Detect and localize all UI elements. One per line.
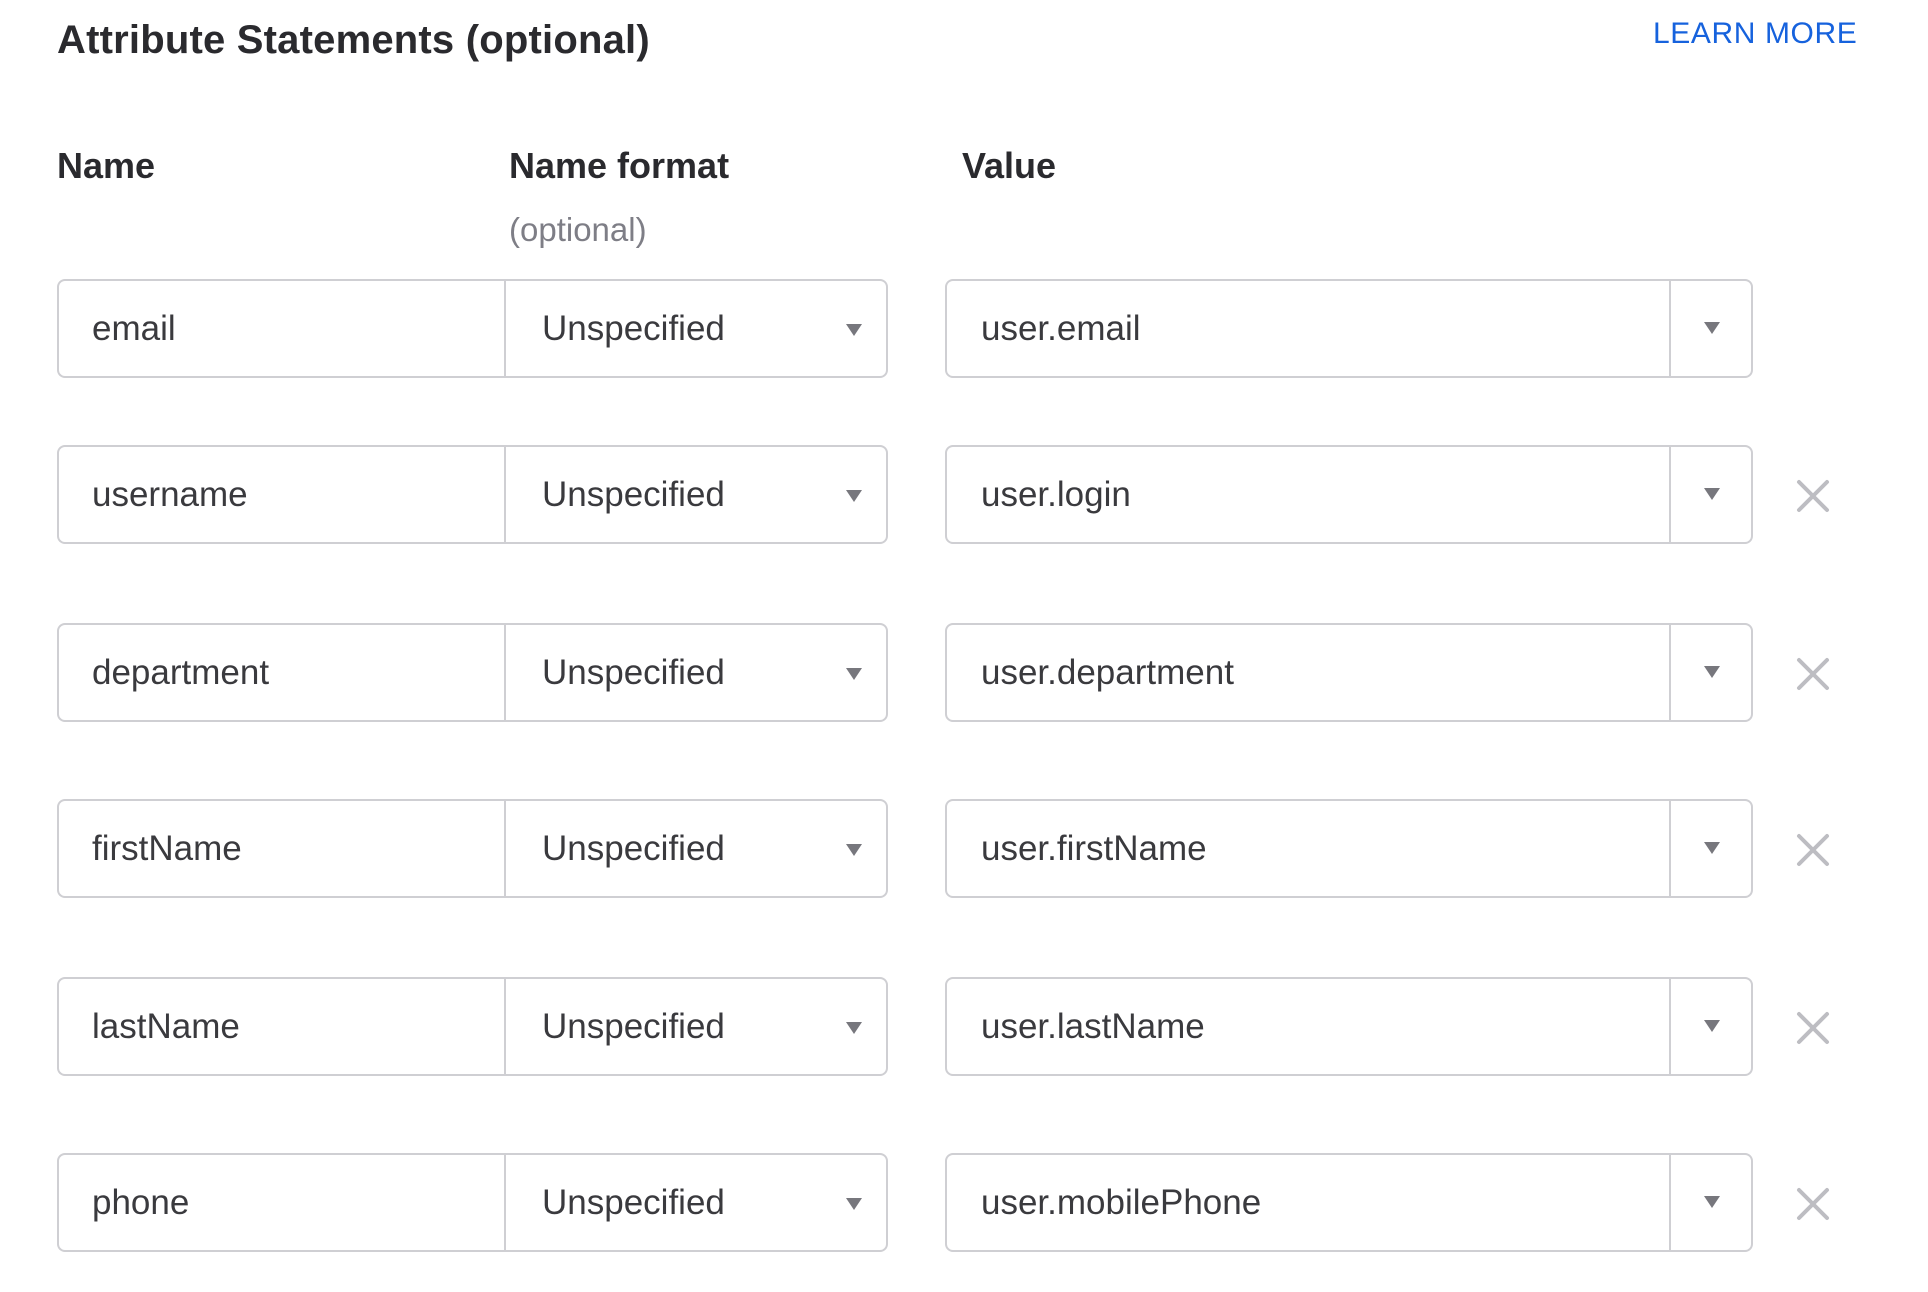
attribute-value-combobox[interactable]: user.mobilePhone (945, 1153, 1753, 1252)
name-format-value: Unspecified (542, 653, 725, 692)
attribute-value-combobox[interactable]: user.email (945, 279, 1753, 378)
caret-down-icon (1704, 666, 1720, 678)
name-format-value: Unspecified (542, 475, 725, 514)
attribute-name-input[interactable] (57, 279, 505, 378)
column-header-name-format-optional: (optional) (509, 211, 647, 248)
column-header-value: Value (962, 145, 1057, 186)
attribute-row: Unspecified user.firstName (0, 799, 1928, 900)
attribute-value-text[interactable]: user.email (981, 281, 1141, 376)
caret-down-icon (846, 1198, 862, 1210)
section-title: Attribute Statements (optional) (57, 18, 650, 62)
attribute-name-input[interactable] (57, 623, 505, 722)
name-format-select[interactable]: Unspecified (504, 623, 888, 722)
attribute-name-input[interactable] (57, 445, 505, 544)
close-icon (1797, 1012, 1829, 1044)
name-format-value: Unspecified (542, 1183, 725, 1222)
attribute-value-combobox[interactable]: user.firstName (945, 799, 1753, 898)
name-format-select[interactable]: Unspecified (504, 1153, 888, 1252)
caret-down-icon (1704, 1196, 1720, 1208)
name-format-value: Unspecified (542, 829, 725, 868)
column-header-name-format: Name format (509, 145, 730, 186)
attribute-value-text[interactable]: user.department (981, 625, 1234, 720)
attribute-name-input[interactable] (57, 799, 505, 898)
close-icon (1797, 1188, 1829, 1220)
value-dropdown-toggle[interactable] (1669, 625, 1753, 720)
caret-down-icon (1704, 322, 1720, 334)
caret-down-icon (1704, 842, 1720, 854)
remove-attribute-button[interactable] (1795, 1186, 1831, 1222)
name-format-select[interactable]: Unspecified (504, 279, 888, 378)
attribute-value-text[interactable]: user.lastName (981, 979, 1205, 1074)
value-dropdown-toggle[interactable] (1669, 1155, 1753, 1250)
close-icon (1797, 658, 1829, 690)
column-header-name: Name (57, 145, 156, 186)
value-dropdown-toggle[interactable] (1669, 281, 1753, 376)
caret-down-icon (846, 490, 862, 502)
attribute-value-text[interactable]: user.firstName (981, 801, 1207, 896)
caret-down-icon (846, 324, 862, 336)
name-format-select[interactable]: Unspecified (504, 445, 888, 544)
name-format-select[interactable]: Unspecified (504, 977, 888, 1076)
name-format-select[interactable]: Unspecified (504, 799, 888, 898)
attribute-name-input[interactable] (57, 1153, 505, 1252)
name-format-value: Unspecified (542, 309, 725, 348)
attribute-value-combobox[interactable]: user.lastName (945, 977, 1753, 1076)
attribute-row: Unspecified user.email (0, 279, 1928, 380)
attribute-value-combobox[interactable]: user.login (945, 445, 1753, 544)
attribute-value-text[interactable]: user.mobilePhone (981, 1155, 1261, 1250)
caret-down-icon (846, 1022, 862, 1034)
remove-attribute-button[interactable] (1795, 832, 1831, 868)
value-dropdown-toggle[interactable] (1669, 801, 1753, 896)
attribute-row: Unspecified user.mobilePhone (0, 1153, 1928, 1254)
value-dropdown-toggle[interactable] (1669, 447, 1753, 542)
attribute-row: Unspecified user.lastName (0, 977, 1928, 1078)
caret-down-icon (1704, 488, 1720, 500)
attribute-value-text[interactable]: user.login (981, 447, 1131, 542)
remove-attribute-button[interactable] (1795, 1010, 1831, 1046)
close-icon (1797, 834, 1829, 866)
close-icon (1797, 480, 1829, 512)
learn-more-link[interactable]: LEARN MORE (1653, 14, 1857, 54)
attribute-row: Unspecified user.login (0, 445, 1928, 546)
remove-attribute-button[interactable] (1795, 656, 1831, 692)
caret-down-icon (846, 844, 862, 856)
remove-attribute-button[interactable] (1795, 478, 1831, 514)
caret-down-icon (1704, 1020, 1720, 1032)
attribute-value-combobox[interactable]: user.department (945, 623, 1753, 722)
attribute-name-input[interactable] (57, 977, 505, 1076)
value-dropdown-toggle[interactable] (1669, 979, 1753, 1074)
caret-down-icon (846, 668, 862, 680)
attribute-row: Unspecified user.department (0, 623, 1928, 724)
name-format-value: Unspecified (542, 1007, 725, 1046)
